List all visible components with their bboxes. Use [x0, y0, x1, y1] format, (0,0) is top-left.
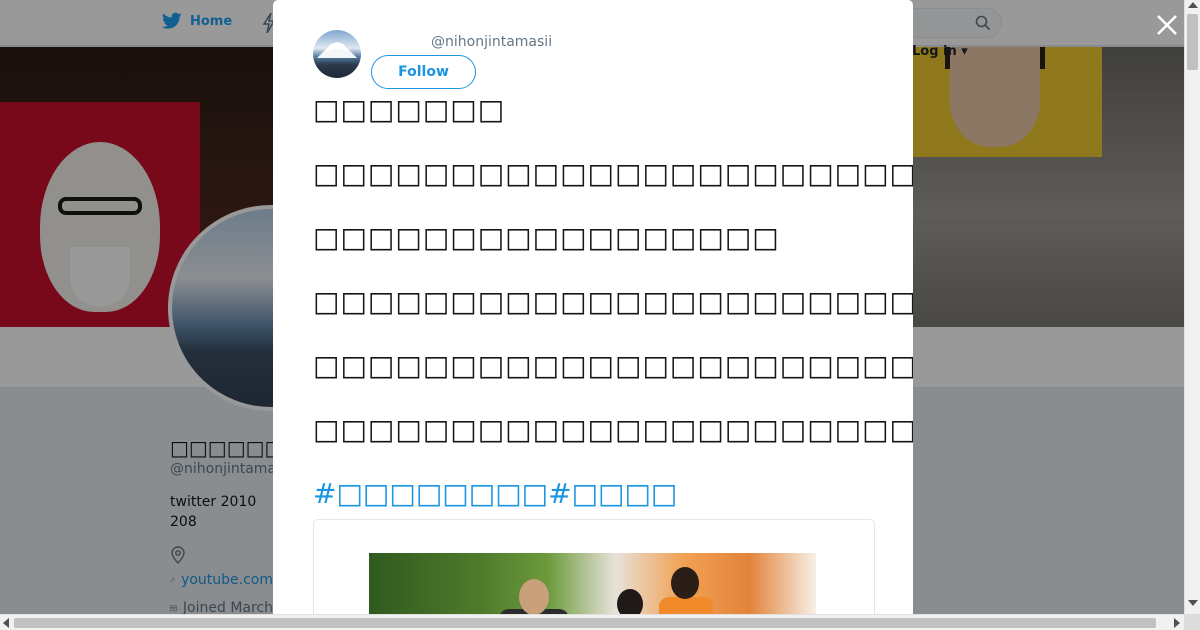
- tweet-media-card[interactable]: [313, 519, 875, 614]
- horizontal-scroll-thumb[interactable]: [14, 618, 1156, 628]
- tweet-text-line: □□□□□□□□□□□□□□□□□: [313, 221, 780, 254]
- tweet-modal: @nihonjintamasii Follow □□□□□□□ □□□□□□□□…: [273, 0, 913, 614]
- tweet-text: □□□□□□□ □□□□□□□□□□□□□□□□□□□□□□ □□□□□□□□□…: [313, 92, 913, 476]
- scroll-right-arrow-icon[interactable]: [1174, 618, 1180, 628]
- login-label: Log in: [912, 44, 957, 59]
- scroll-down-arrow-icon[interactable]: [1188, 600, 1198, 606]
- tweet-author-avatar[interactable]: [313, 30, 361, 78]
- scroll-left-arrow-icon[interactable]: [3, 618, 9, 628]
- close-icon[interactable]: [1154, 12, 1180, 38]
- tweet-text-line: □□□□□□□: [313, 93, 506, 126]
- caret-down-icon: ▾: [961, 44, 968, 59]
- tweet-text-line: □□□□□□□□□□□□□□□□□□□□□□□□□□□□□□□□□□□□: [313, 413, 913, 446]
- tweet-photo[interactable]: [369, 553, 816, 614]
- tweet-text-line: □□□□□□□□□□□□□□□□□□□□□□□□□□□□□□□□□□□: [313, 349, 913, 382]
- scroll-up-arrow-icon[interactable]: [1188, 2, 1198, 8]
- hashtag-link[interactable]: #□□□□: [548, 476, 677, 512]
- horizontal-scrollbar[interactable]: [0, 614, 1184, 630]
- tweet-text-line: □□□□□□□□□□□□□□□□□□□□□□□□□□□□: [313, 285, 913, 318]
- vertical-scroll-thumb[interactable]: [1187, 14, 1198, 70]
- login-link[interactable]: Log in ▾: [912, 44, 968, 59]
- scrollbar-corner: [1184, 614, 1200, 630]
- tweet-hashtags: #□□□□□□□□ #□□□□: [313, 476, 677, 512]
- follow-button[interactable]: Follow: [371, 55, 476, 89]
- hashtag-link[interactable]: #□□□□□□□□: [313, 476, 548, 512]
- vertical-scrollbar[interactable]: [1184, 0, 1200, 614]
- tweet-author-handle[interactable]: @nihonjintamasii: [431, 34, 552, 50]
- tweet-text-line: □□□□□□□□□□□□□□□□□□□□□□: [313, 157, 913, 190]
